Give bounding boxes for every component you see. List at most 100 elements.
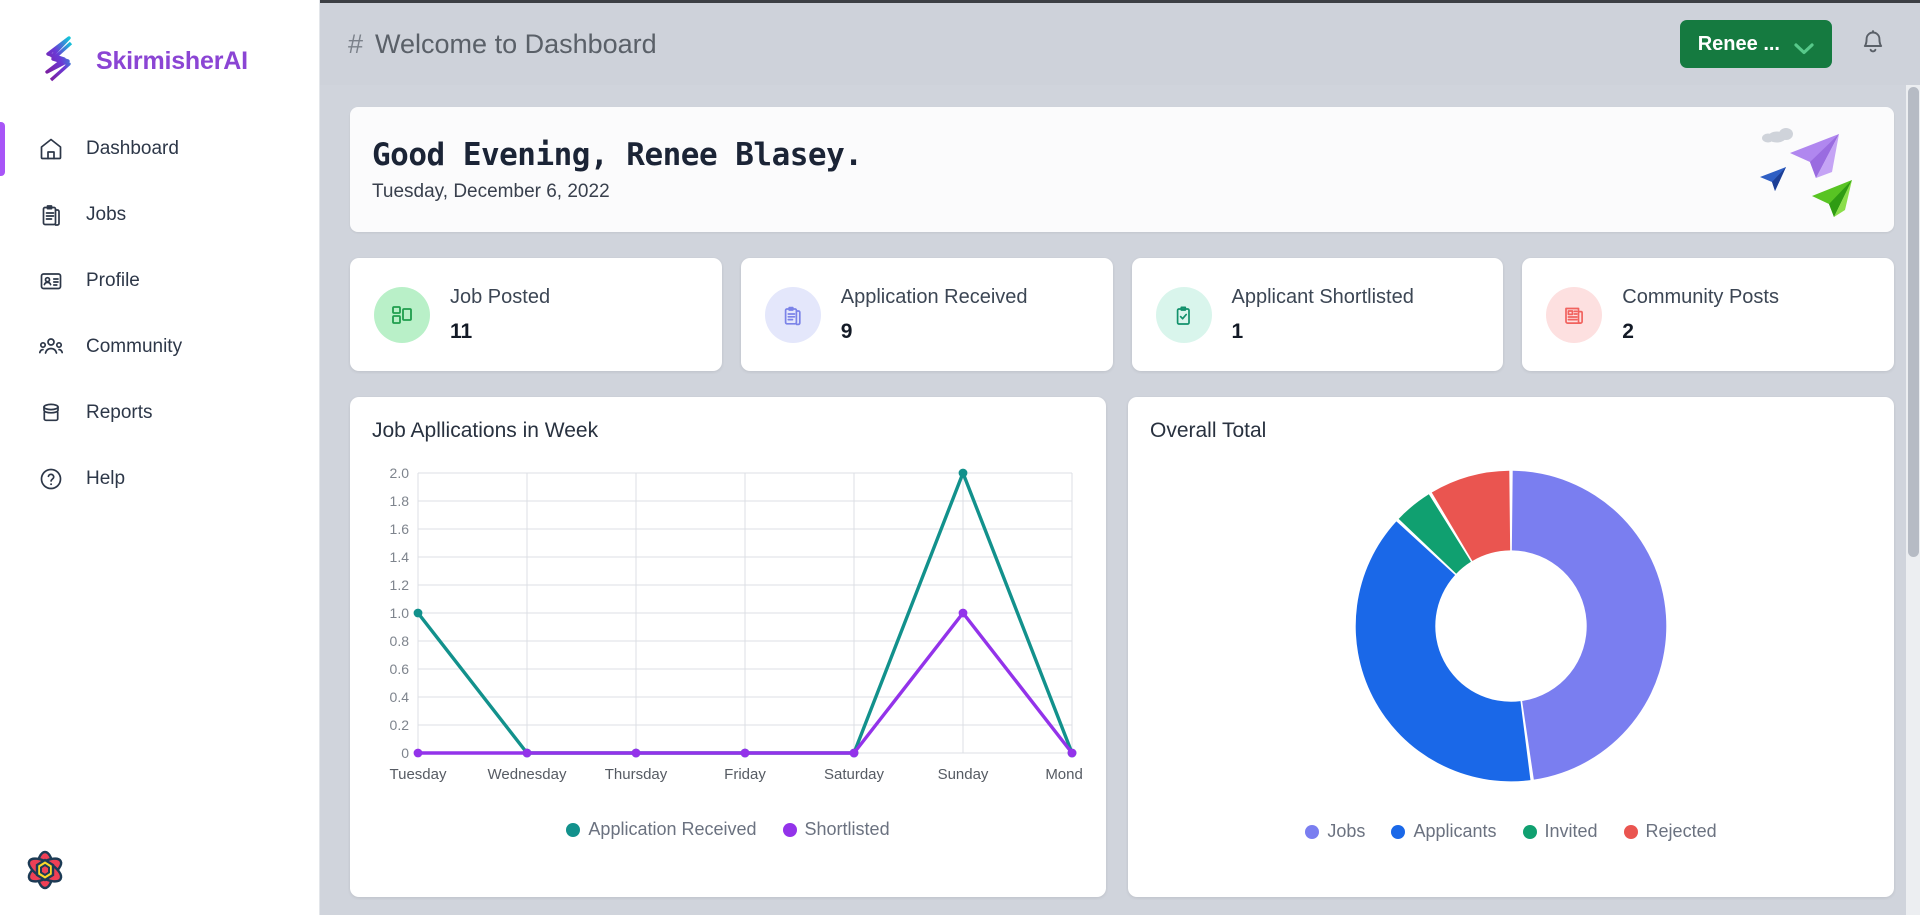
notifications-button[interactable] [1854, 24, 1892, 65]
welcome-banner: Good Evening, Renee Blasey. Tuesday, Dec… [350, 107, 1894, 232]
line-chart: 0 0.2 0.4 0.6 0.8 1.0 1.2 1.4 1.6 1.8 2.0 Tuesday We… [372, 461, 1100, 801]
greeting-date: Tuesday, December 6, 2022 [372, 180, 610, 202]
sidebar-item-reports[interactable]: Reports [0, 380, 319, 446]
id-card-icon [38, 268, 64, 294]
sidebar-item-dashboard[interactable]: Dashboard [0, 116, 319, 182]
topbar: # Welcome to Dashboard Renee ... [320, 0, 1920, 85]
legend-item-application-received[interactable]: Application Received [566, 819, 757, 840]
svg-text:0.6: 0.6 [390, 661, 410, 677]
svg-text:1.2: 1.2 [390, 577, 410, 593]
sidebar-item-label: Jobs [86, 204, 127, 225]
legend-dot-icon [782, 822, 797, 837]
legend-label: Rejected [1645, 821, 1717, 841]
line-chart-title: Job Apllications in Week [372, 419, 599, 442]
svg-text:Monday: Monday [1045, 766, 1082, 783]
sidebar-nav: Dashboard Jobs Profile Community Reports… [0, 116, 319, 512]
stat-value: 9 [840, 319, 853, 343]
sidebar: SkirmisherAI Dashboard Jobs Profile Comm… [0, 0, 320, 915]
atom-flower-icon[interactable] [18, 843, 72, 897]
donut-slice[interactable] [1511, 470, 1667, 780]
sidebar-item-label: Dashboard [86, 138, 179, 159]
svg-text:Thursday: Thursday [605, 766, 668, 783]
legend-label: Shortlisted [804, 819, 890, 839]
legend-dot-icon [1623, 824, 1638, 839]
stat-label: Job Posted [450, 285, 551, 308]
sidebar-item-help[interactable]: Help [0, 446, 319, 512]
stat-text-group: Applicant Shortlisted 1 [1232, 286, 1414, 344]
brand[interactable]: SkirmisherAI [0, 0, 319, 96]
sidebar-item-label: Profile [86, 270, 140, 291]
stat-card-job-posted[interactable]: Job Posted 11 [350, 258, 722, 371]
legend-item-jobs[interactable]: Jobs [1305, 821, 1365, 842]
legend-label: Jobs [1327, 821, 1366, 841]
stat-text-group: Job Posted 11 [450, 286, 550, 344]
dashboard-app: SkirmisherAI Dashboard Jobs Profile Comm… [0, 0, 1920, 915]
skirmisher-logo-icon [38, 35, 84, 87]
scrollbar-thumb[interactable] [1908, 87, 1919, 557]
legend-item-applicants[interactable]: Applicants [1391, 821, 1497, 842]
donut-chart-title: Overall Total [1150, 419, 1267, 442]
legend-dot-icon [1305, 824, 1320, 839]
svg-text:Sunday: Sunday [938, 766, 989, 783]
bell-icon [1858, 28, 1888, 61]
stat-cards: Job Posted 11 Application Received 9 App… [350, 258, 1894, 371]
chevron-down-icon [1794, 38, 1814, 54]
home-icon [38, 136, 64, 162]
stat-value: 11 [450, 319, 473, 343]
svg-text:0: 0 [401, 745, 409, 761]
stat-label: Applicant Shortlisted [1231, 285, 1414, 308]
legend-dot-icon [1391, 824, 1406, 839]
main-scrollbar[interactable] [1906, 85, 1920, 915]
page-title: Welcome to Dashboard [375, 28, 657, 59]
main-area: # Welcome to Dashboard Renee ... Good Ev… [320, 0, 1920, 915]
stat-card-community-posts[interactable]: Community Posts 2 [1522, 258, 1894, 371]
legend-label: Invited [1544, 821, 1598, 841]
chart-panels: Job Apllications in Week 0 0.2 0.4 0.6 0.8 1.… [350, 397, 1894, 897]
legend-item-invited[interactable]: Invited [1522, 821, 1598, 842]
dashboard-content: Good Evening, Renee Blasey. Tuesday, Dec… [320, 85, 1920, 915]
svg-text:Tuesday: Tuesday [390, 766, 447, 783]
user-menu-button[interactable]: Renee ... [1679, 20, 1832, 68]
stat-label: Application Received [840, 285, 1028, 308]
community-posts-icon-badge [1546, 286, 1603, 343]
question-circle-icon [38, 466, 64, 492]
brand-name: SkirmisherAI [96, 46, 248, 75]
svg-text:2.0: 2.0 [390, 465, 410, 481]
hash-icon: # [348, 28, 364, 59]
sidebar-item-label: Help [86, 468, 126, 489]
sidebar-item-community[interactable]: Community [0, 314, 319, 380]
svg-text:0.4: 0.4 [390, 689, 410, 705]
sidebar-item-jobs[interactable]: Jobs [0, 182, 319, 248]
svg-text:Saturday: Saturday [824, 766, 885, 783]
svg-text:Friday: Friday [724, 766, 766, 783]
legend-dot-icon [566, 822, 581, 837]
sidebar-item-profile[interactable]: Profile [0, 248, 319, 314]
legend-item-shortlisted[interactable]: Shortlisted [782, 819, 890, 840]
application-received-icon-badge [764, 286, 821, 343]
stat-value: 1 [1231, 319, 1244, 343]
svg-text:0.2: 0.2 [390, 717, 410, 733]
paper-planes-icon [1744, 120, 1864, 220]
welcome-text-group: Good Evening, Renee Blasey. Tuesday, Dec… [372, 137, 863, 203]
clipboard-icon [38, 202, 64, 228]
svg-text:Wednesday: Wednesday [488, 766, 567, 783]
legend-item-rejected[interactable]: Rejected [1623, 821, 1717, 842]
line-chart-legend: Application Received Shortlisted [372, 819, 1084, 840]
legend-dot-icon [1522, 824, 1537, 839]
svg-text:1.0: 1.0 [390, 605, 410, 621]
line-chart-panel: Job Apllications in Week 0 0.2 0.4 0.6 0.8 1.… [350, 397, 1106, 897]
donut-chart [1150, 453, 1872, 803]
svg-text:1.6: 1.6 [390, 521, 410, 537]
donut-chart-panel: Overall Total Jobs Applicants Invited Re… [1128, 397, 1894, 897]
stat-label: Community Posts [1622, 285, 1779, 308]
stat-text-group: Community Posts 2 [1622, 286, 1779, 344]
stat-value: 2 [1622, 319, 1634, 343]
stat-card-applicant-shortlisted[interactable]: Applicant Shortlisted 1 [1131, 258, 1504, 371]
donut-chart-svg [1355, 470, 1667, 782]
user-menu-label: Renee ... [1697, 32, 1780, 55]
topbar-actions: Renee ... [1679, 20, 1892, 68]
donut-chart-legend: Jobs Applicants Invited Rejected [1150, 821, 1872, 842]
stat-card-application-received[interactable]: Application Received 9 [740, 258, 1113, 371]
sidebar-item-label: Community [86, 336, 183, 357]
svg-text:1.8: 1.8 [390, 493, 410, 509]
